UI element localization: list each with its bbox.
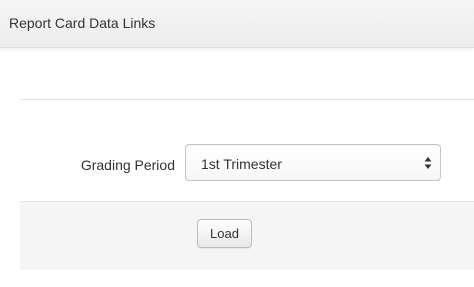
report-card-panel: Report Card Data Links Grading Period 1s… xyxy=(0,0,474,287)
panel-header: Report Card Data Links xyxy=(0,0,474,48)
load-button[interactable]: Load xyxy=(197,219,252,248)
section-divider xyxy=(20,99,474,100)
grading-period-label: Grading Period xyxy=(80,157,175,173)
grading-period-selected-value: 1st Trimester xyxy=(201,156,282,172)
panel-title: Report Card Data Links xyxy=(9,15,156,31)
updown-arrows-icon xyxy=(424,156,432,170)
grading-period-select[interactable]: 1st Trimester xyxy=(185,144,441,181)
